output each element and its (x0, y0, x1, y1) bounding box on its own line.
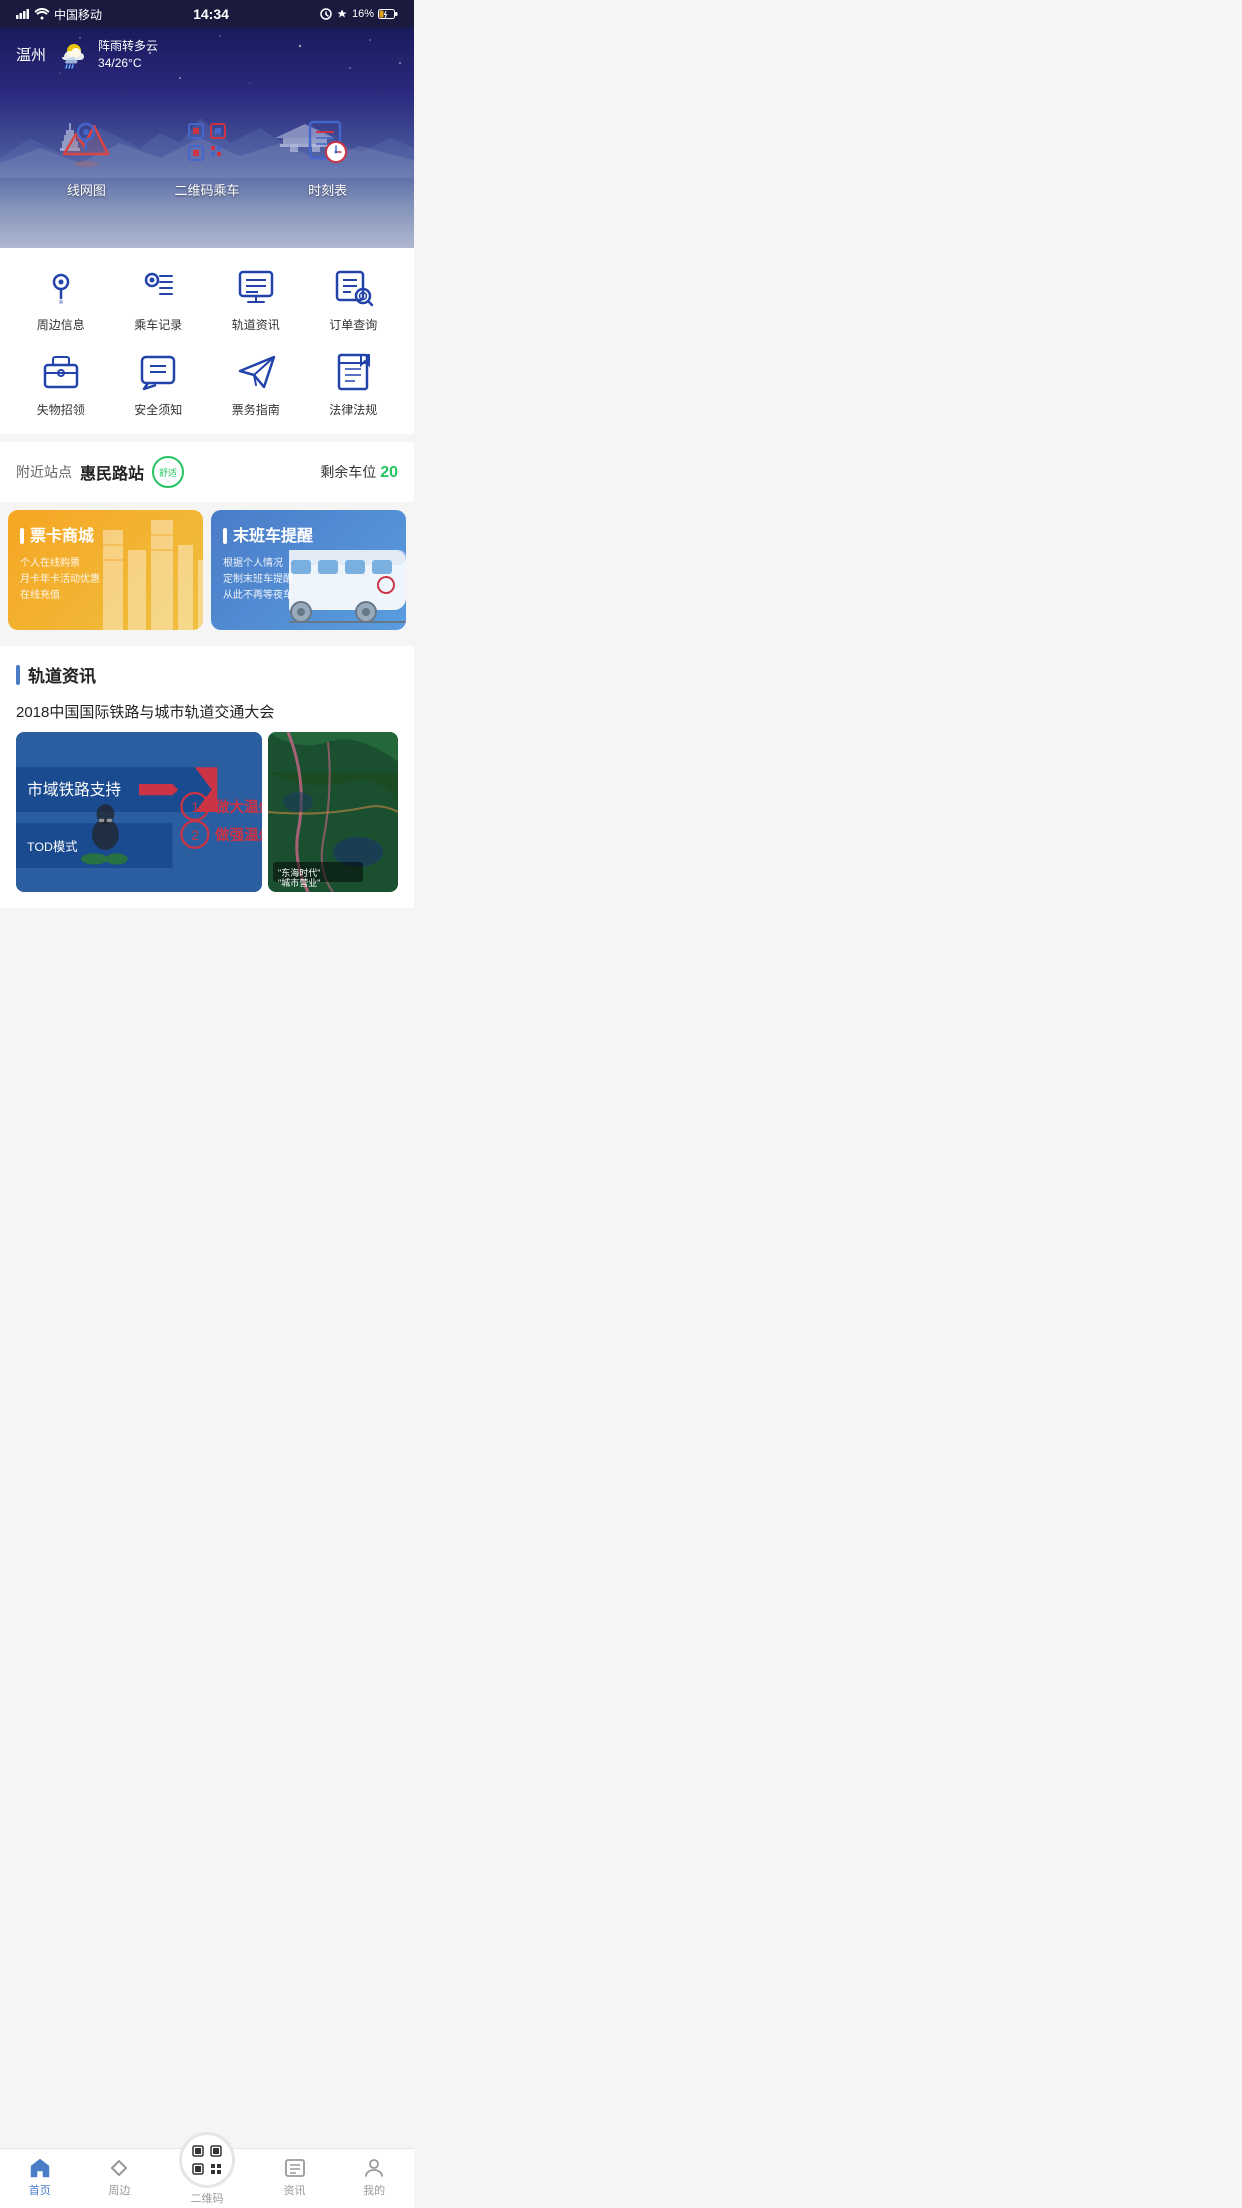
svg-text:"城市营业": "城市营业" (278, 877, 320, 888)
svg-text:1: 1 (192, 800, 199, 815)
svg-text:2: 2 (192, 828, 199, 843)
news-article-title[interactable]: 2018中国国际铁路与城市轨道交通大会 (16, 701, 398, 722)
grid-item-lost-found[interactable]: 失物招领 (16, 349, 106, 418)
hero-icon-line-map[interactable]: 线网图 (26, 112, 147, 199)
grid-item-nearby-info[interactable]: 周边信息 (16, 264, 106, 333)
grid-item-ride-record[interactable]: 乘车记录 (114, 264, 204, 333)
grid-item-safety-notice[interactable]: 安全须知 (114, 349, 204, 418)
news-bar-accent (16, 665, 20, 685)
grid-item-order-query[interactable]: 订单查询 (309, 264, 399, 333)
status-carrier: 中国移动 (16, 6, 102, 23)
news-image-right[interactable]: "东海时代" "城市营业" (268, 732, 398, 892)
promo-card-last-train[interactable]: 末班车提醒 根据个人情况 定制末班车提醒 从此不再等夜车 (211, 510, 406, 630)
hero-section: 温州 阵雨转多云 34/26°C (0, 28, 414, 248)
nav-mine[interactable]: 我的 (334, 2150, 414, 2204)
status-right: 16% (320, 8, 398, 20)
main-grid-section: 周边信息 乘车记录 (0, 248, 414, 434)
nav-home[interactable]: 首页 (0, 2150, 80, 2204)
nearby-station-row: 附近站点 惠民路站 舒适 剩余车位 20 (0, 442, 414, 502)
svg-text:"东海时代": "东海时代" (278, 867, 320, 878)
svg-text:做大温州: 做大温州 (214, 798, 262, 816)
promo-cards-section: 票卡商城 个人在线购票 月卡年卡活动优惠 在线充值 (0, 502, 414, 638)
status-bar: 中国移动 14:34 16% (0, 0, 414, 28)
comfort-badge: 舒适 (152, 456, 184, 488)
feature-grid: 周边信息 乘车记录 (8, 264, 406, 418)
news-header: 轨道资讯 (16, 662, 398, 687)
bottom-nav: 首页 周边 二维码 (0, 2148, 414, 2208)
grid-item-ticket-guide[interactable]: 票务指南 (211, 349, 301, 418)
news-image-left[interactable]: 市域铁路支持 TOD模式 1 做大温州 2 做强温州 (16, 732, 262, 892)
grid-item-rail-news[interactable]: 轨道资讯 (211, 264, 301, 333)
grid-item-legal-rules[interactable]: 法律法规 (309, 349, 399, 418)
news-images: 市域铁路支持 TOD模式 1 做大温州 2 做强温州 (16, 732, 398, 892)
news-section: 轨道资讯 2018中国国际铁路与城市轨道交通大会 市域铁路支持 TOD模式 (0, 646, 414, 908)
nav-nearby[interactable]: 周边 (80, 2150, 160, 2204)
nav-news[interactable]: 资讯 (255, 2150, 335, 2204)
svg-text:做强温州: 做强温州 (214, 826, 262, 844)
hero-icon-qr-ride[interactable]: 二维码乘车 (147, 112, 268, 199)
hero-icon-timetable[interactable]: 时刻表 (267, 112, 388, 199)
svg-text:市域铁路支持: 市域铁路支持 (27, 781, 121, 799)
status-time: 14:34 (193, 6, 229, 22)
promo-card-ticket-shop[interactable]: 票卡商城 个人在线购票 月卡年卡活动优惠 在线充值 (8, 510, 203, 630)
svg-text:TOD模式: TOD模式 (27, 840, 77, 854)
nav-qrcode[interactable]: 二维码 (159, 2142, 255, 2208)
